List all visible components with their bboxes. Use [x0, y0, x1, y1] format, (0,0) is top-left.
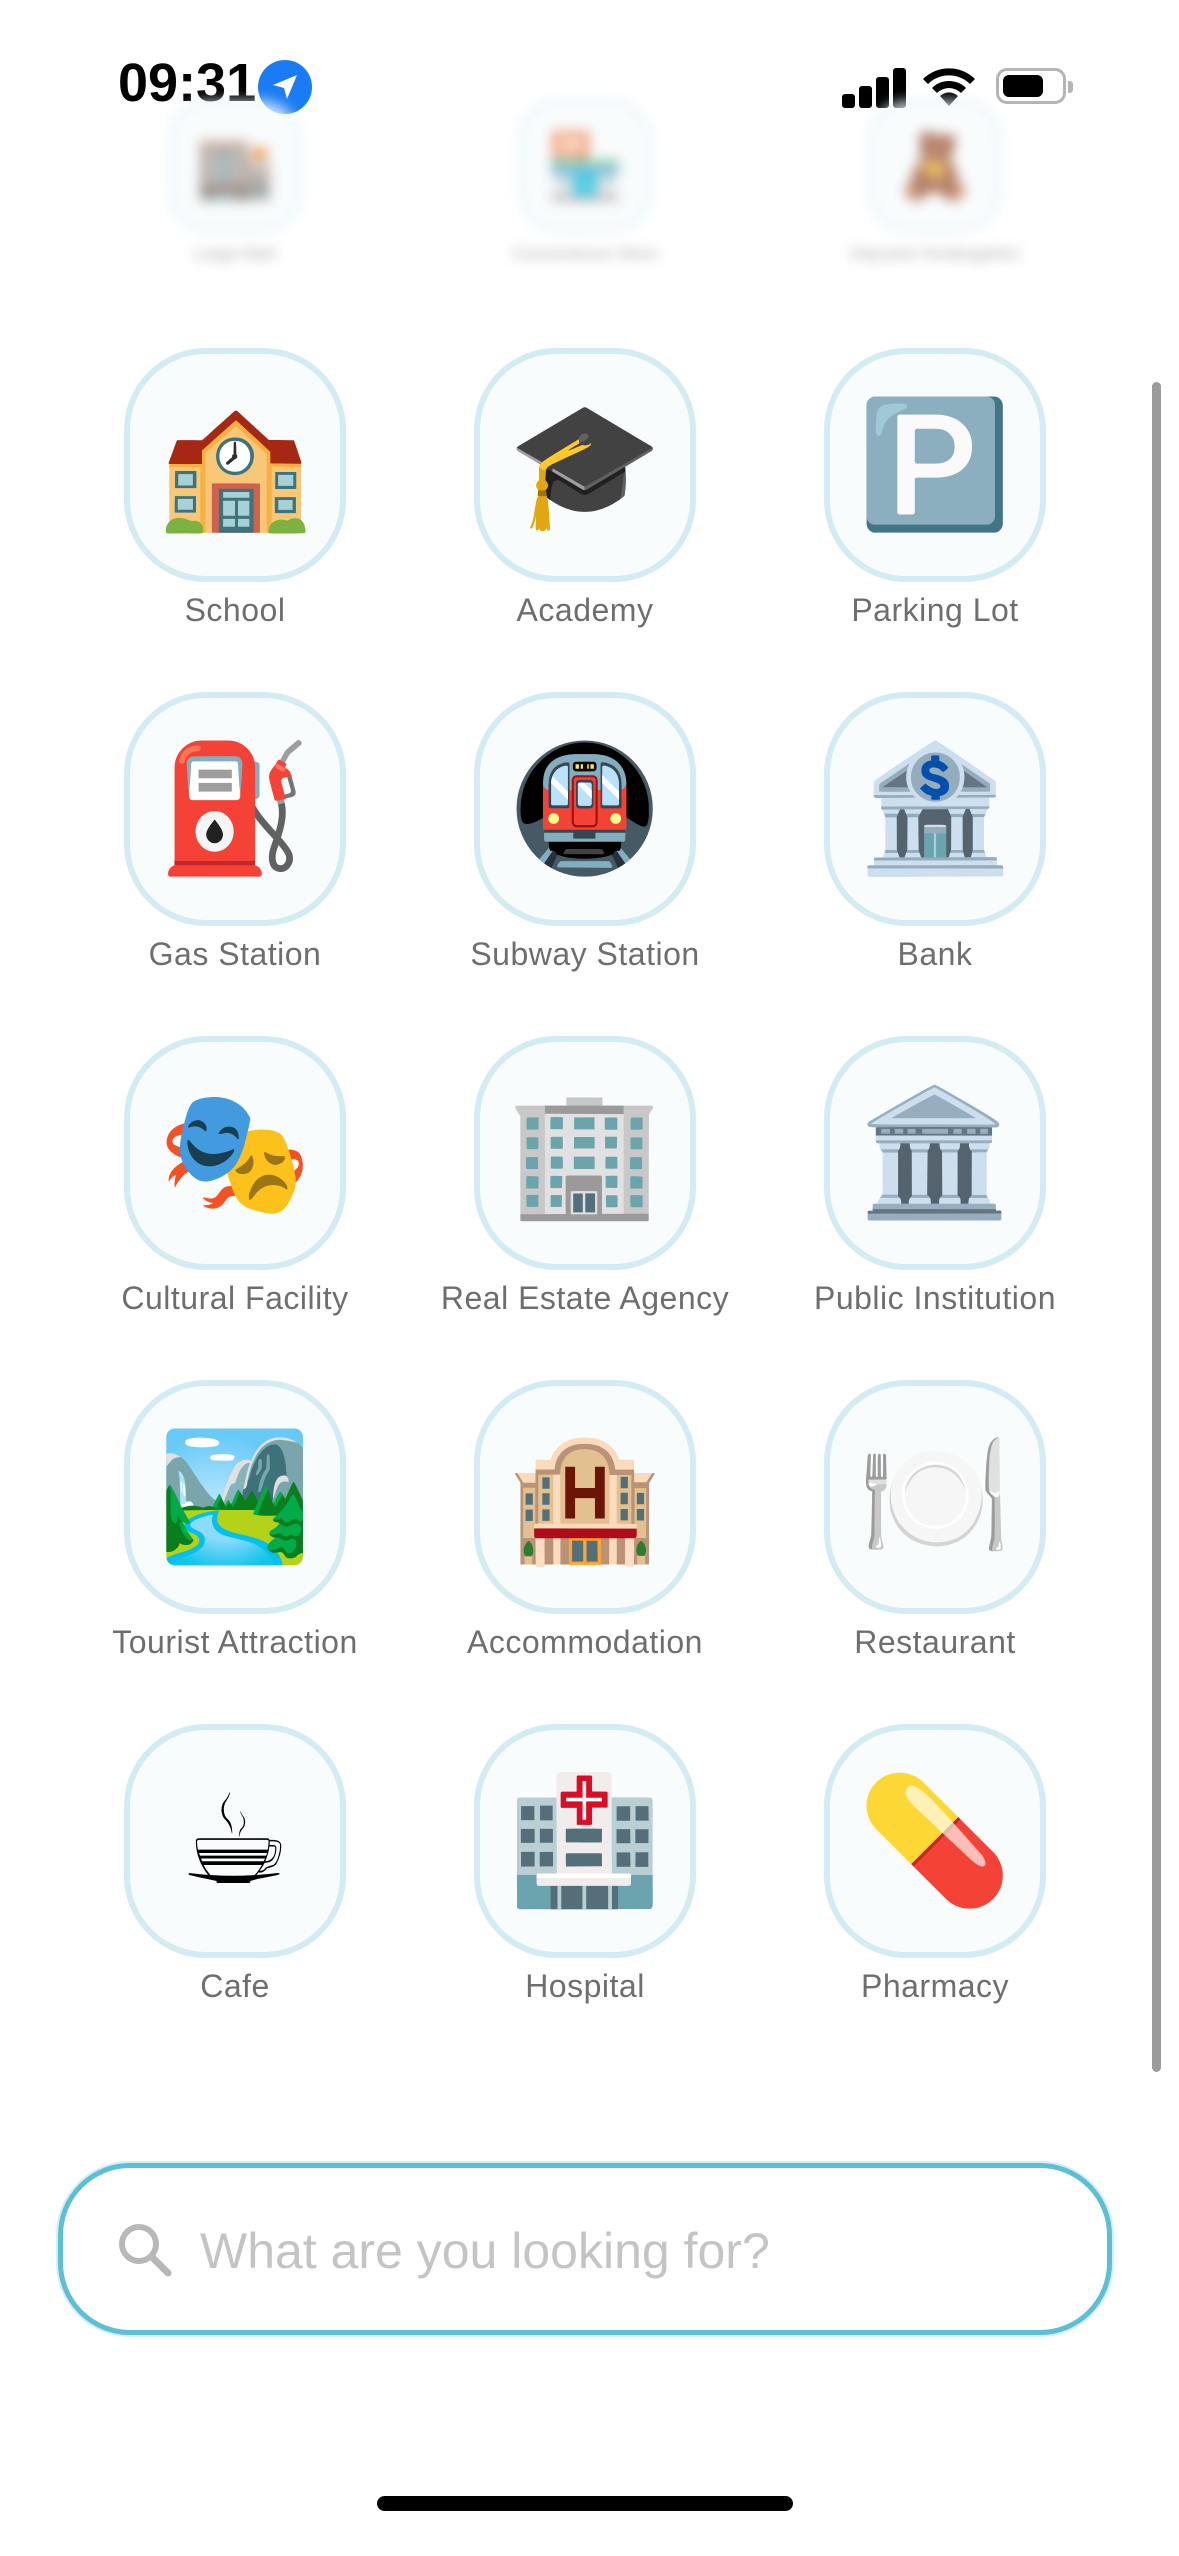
category-large-mart[interactable]: 🏬 Large Mart	[125, 100, 345, 264]
category-bank[interactable]: 🏦 Bank	[765, 692, 1105, 973]
category-restaurant[interactable]: 🍽️ Restaurant	[765, 1380, 1105, 1661]
category-label: Large Mart	[193, 244, 277, 263]
category-label: Accommodation	[467, 1624, 703, 1660]
category-tile[interactable]: 🏫	[124, 348, 346, 582]
category-subway-station[interactable]: 🚇 Subway Station	[415, 692, 755, 973]
category-label: Pharmacy	[860, 1968, 1010, 2004]
top-row-partially-scrolled: 🏬 Large Mart 🏪 Convenience Store 🧸 Dayca…	[0, 100, 1179, 300]
category-parking-lot[interactable]: 🅿️ Parking Lot	[765, 348, 1105, 629]
category-label: Bank	[897, 936, 973, 972]
category-tile[interactable]: 🏞️	[124, 1380, 346, 1614]
category-label: Real Estate Agency	[440, 1280, 730, 1316]
category-tourist-attraction[interactable]: 🏞️ Tourist Attraction	[65, 1380, 405, 1661]
parking-icon: 🅿️	[857, 393, 1013, 537]
category-tile[interactable]: 💊	[824, 1724, 1046, 1958]
bank-icon: 🏦	[857, 737, 1013, 881]
category-label: Public Institution	[813, 1280, 1056, 1316]
landscape-picture-icon: 🏞️	[157, 1425, 313, 1569]
category-label: Convenience Store	[512, 244, 658, 263]
search-icon	[119, 2224, 172, 2277]
theater-masks-icon: 🎭	[157, 1081, 313, 1225]
category-label: Cultural Facility	[121, 1280, 349, 1316]
category-tile[interactable]: 🏥	[474, 1724, 696, 1958]
category-tile[interactable]: 🅿️	[824, 348, 1046, 582]
teddy-bear-icon: 🧸	[869, 100, 1001, 232]
category-tile[interactable]: 🚇	[474, 692, 696, 926]
classical-building-icon: 🏛️	[857, 1081, 1013, 1225]
category-label: Daycare/ Kindergarten	[849, 244, 1021, 263]
category-label: Subway Station	[470, 936, 700, 972]
convenience-store-icon: 🏪	[519, 100, 651, 232]
category-label: School	[184, 592, 286, 628]
category-tile[interactable]: 🍽️	[824, 1380, 1046, 1614]
category-label: Hospital	[525, 1968, 645, 2004]
category-cultural-facility[interactable]: 🎭 Cultural Facility	[65, 1036, 405, 1317]
category-pharmacy[interactable]: 💊 Pharmacy	[765, 1724, 1105, 2005]
school-icon: 🏫	[157, 393, 313, 537]
hotel-icon: 🏨	[507, 1425, 663, 1569]
home-indicator[interactable]	[377, 2496, 793, 2511]
search-input[interactable]	[198, 2202, 1062, 2300]
office-building-icon: 🏢	[507, 1081, 663, 1225]
category-gas-station[interactable]: ⛽ Gas Station	[65, 692, 405, 973]
fork-knife-plate-icon: 🍽️	[857, 1425, 1013, 1569]
battery-icon	[996, 68, 1073, 104]
category-cafe[interactable]: ☕ Cafe	[65, 1724, 405, 2005]
graduation-cap-icon: 🎓	[507, 393, 663, 537]
search-bar[interactable]	[58, 2163, 1112, 2335]
category-tile[interactable]: 🎓	[474, 348, 696, 582]
category-tile[interactable]: ☕	[124, 1724, 346, 1958]
category-school[interactable]: 🏫 School	[65, 348, 405, 629]
category-tile[interactable]: 🏨	[474, 1380, 696, 1614]
category-tile[interactable]: 🏢	[474, 1036, 696, 1270]
category-label: Tourist Attraction	[112, 1624, 358, 1660]
category-accommodation[interactable]: 🏨 Accommodation	[415, 1380, 755, 1661]
category-convenience-store[interactable]: 🏪 Convenience Store	[475, 100, 695, 264]
category-label: Cafe	[200, 1968, 270, 2004]
category-hospital[interactable]: 🏥 Hospital	[415, 1724, 755, 2005]
category-label: Academy	[516, 592, 654, 628]
category-label: Parking Lot	[851, 592, 1019, 628]
category-public-institution[interactable]: 🏛️ Public Institution	[765, 1036, 1105, 1317]
category-real-estate-agency[interactable]: 🏢 Real Estate Agency	[415, 1036, 755, 1317]
fuel-pump-icon: ⛽	[157, 737, 313, 881]
metro-icon: 🚇	[507, 737, 663, 881]
category-daycare-kindergarten[interactable]: 🧸 Daycare/ Kindergarten	[825, 100, 1045, 264]
hospital-icon: 🏥	[507, 1769, 663, 1913]
category-tile[interactable]: ⛽	[124, 692, 346, 926]
coffee-cup-icon: ☕	[179, 1769, 291, 1913]
pill-icon: 💊	[857, 1769, 1013, 1913]
category-academy[interactable]: 🎓 Academy	[415, 348, 755, 629]
category-tile[interactable]: 🏛️	[824, 1036, 1046, 1270]
category-label: Restaurant	[854, 1624, 1016, 1660]
large-mart-icon: 🏬	[169, 100, 301, 232]
category-label: Gas Station	[148, 936, 322, 972]
scrollbar[interactable]	[1152, 382, 1161, 2072]
app-screen: 09:31 🏬 Large Mart 🏪 Convenience Store 🧸…	[0, 0, 1179, 2556]
category-tile[interactable]: 🎭	[124, 1036, 346, 1270]
category-tile[interactable]: 🏦	[824, 692, 1046, 926]
